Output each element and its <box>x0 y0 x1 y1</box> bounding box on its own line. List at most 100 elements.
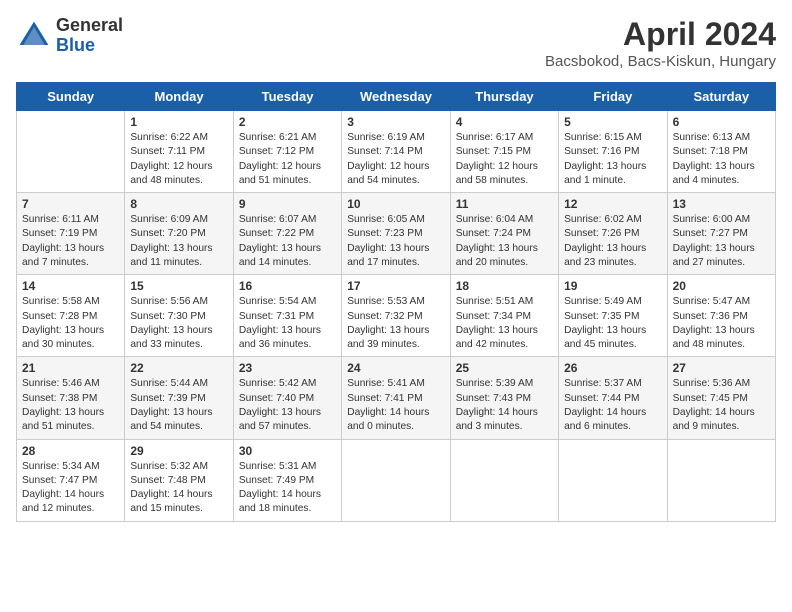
cell-info: Sunrise: 5:56 AM <box>130 295 227 309</box>
cell-info: Sunrise: 5:36 AM <box>673 377 770 391</box>
cell-info: and 51 minutes. <box>239 174 336 188</box>
cell-info: Sunset: 7:30 PM <box>130 310 227 324</box>
col-header-sunday: Sunday <box>17 83 125 111</box>
col-header-friday: Friday <box>559 83 667 111</box>
logo-blue-text: Blue <box>56 36 123 56</box>
cell-info: and 33 minutes. <box>130 338 227 352</box>
cell-info: Daylight: 13 hours <box>673 242 770 256</box>
day-number: 16 <box>239 279 336 293</box>
cell-info: Sunset: 7:44 PM <box>564 392 661 406</box>
cell-info: Daylight: 13 hours <box>130 242 227 256</box>
cell-info: Daylight: 13 hours <box>673 324 770 338</box>
cell-info: Daylight: 14 hours <box>673 406 770 420</box>
cell-info: Sunrise: 5:46 AM <box>22 377 119 391</box>
cell-info: Daylight: 14 hours <box>239 488 336 502</box>
day-number: 30 <box>239 444 336 458</box>
calendar-cell: 10Sunrise: 6:05 AMSunset: 7:23 PMDayligh… <box>342 193 450 275</box>
cell-info: and 3 minutes. <box>456 420 553 434</box>
calendar-cell: 21Sunrise: 5:46 AMSunset: 7:38 PMDayligh… <box>17 357 125 439</box>
cell-info: Sunrise: 5:41 AM <box>347 377 444 391</box>
calendar-cell: 15Sunrise: 5:56 AMSunset: 7:30 PMDayligh… <box>125 275 233 357</box>
cell-info: Sunset: 7:27 PM <box>673 227 770 241</box>
cell-info: and 12 minutes. <box>22 502 119 516</box>
cell-info: Daylight: 13 hours <box>564 160 661 174</box>
cell-info: Daylight: 13 hours <box>239 406 336 420</box>
cell-info: Daylight: 13 hours <box>456 242 553 256</box>
col-header-monday: Monday <box>125 83 233 111</box>
week-row-1: 1Sunrise: 6:22 AMSunset: 7:11 PMDaylight… <box>17 111 776 193</box>
cell-info: and 4 minutes. <box>673 174 770 188</box>
cell-info: Daylight: 14 hours <box>564 406 661 420</box>
cell-info: Sunrise: 6:07 AM <box>239 213 336 227</box>
calendar-cell: 1Sunrise: 6:22 AMSunset: 7:11 PMDaylight… <box>125 111 233 193</box>
day-number: 20 <box>673 279 770 293</box>
cell-info: Daylight: 13 hours <box>22 324 119 338</box>
cell-info: and 9 minutes. <box>673 420 770 434</box>
calendar-cell <box>342 439 450 521</box>
cell-info: Sunset: 7:38 PM <box>22 392 119 406</box>
day-number: 13 <box>673 197 770 211</box>
calendar-cell: 29 Sunrise: 5:32 AMSunset: 7:48 PMDayligh… <box>125 439 233 521</box>
cell-info: and 48 minutes. <box>673 338 770 352</box>
day-number: 18 <box>456 279 553 293</box>
cell-info: Sunset: 7:41 PM <box>347 392 444 406</box>
week-row-2: 7Sunrise: 6:11 AMSunset: 7:19 PMDaylight… <box>17 193 776 275</box>
cell-info: Daylight: 12 hours <box>239 160 336 174</box>
cell-info: Sunset: 7:20 PM <box>130 227 227 241</box>
cell-info: Daylight: 13 hours <box>22 242 119 256</box>
cell-info: Sunrise: 6:11 AM <box>22 213 119 227</box>
cell-info: Daylight: 13 hours <box>22 406 119 420</box>
calendar-cell: 5Sunrise: 6:15 AMSunset: 7:16 PMDaylight… <box>559 111 667 193</box>
cell-info: Sunrise: 6:15 AM <box>564 131 661 145</box>
day-number: 2 <box>239 115 336 129</box>
cell-info: Sunset: 7:45 PM <box>673 392 770 406</box>
cell-info: Sunrise: 5:42 AM <box>239 377 336 391</box>
title-block: April 2024 Bacsbokod, Bacs-Kiskun, Hunga… <box>545 16 776 70</box>
cell-info: and 39 minutes. <box>347 338 444 352</box>
cell-info: Sunset: 7:23 PM <box>347 227 444 241</box>
calendar-cell: 30Sunrise: 5:31 AMSunset: 7:49 PMDayligh… <box>233 439 341 521</box>
calendar-cell: 2Sunrise: 6:21 AMSunset: 7:12 PMDaylight… <box>233 111 341 193</box>
page-header: General Blue April 2024 Bacsbokod, Bacs-… <box>16 16 776 70</box>
cell-info: and 45 minutes. <box>564 338 661 352</box>
cell-info: and 0 minutes. <box>347 420 444 434</box>
calendar-cell: 22Sunrise: 5:44 AMSunset: 7:39 PMDayligh… <box>125 357 233 439</box>
logo: General Blue <box>16 16 123 56</box>
cell-info: and 48 minutes. <box>130 174 227 188</box>
cell-info: Daylight: 13 hours <box>130 406 227 420</box>
calendar-cell: 14Sunrise: 5:58 AMSunset: 7:28 PMDayligh… <box>17 275 125 357</box>
cell-info: Sunrise: 5:34 AM <box>22 460 119 474</box>
calendar-cell: 3Sunrise: 6:19 AMSunset: 7:14 PMDaylight… <box>342 111 450 193</box>
cell-info: and 36 minutes. <box>239 338 336 352</box>
day-number: 26 <box>564 361 661 375</box>
cell-info: Sunset: 7:18 PM <box>673 145 770 159</box>
cell-info: Sunrise: 6:05 AM <box>347 213 444 227</box>
calendar-cell <box>559 439 667 521</box>
cell-info: and 54 minutes. <box>347 174 444 188</box>
calendar-cell: 9Sunrise: 6:07 AMSunset: 7:22 PMDaylight… <box>233 193 341 275</box>
cell-info: Sunset: 7:49 PM <box>239 474 336 488</box>
cell-info: Daylight: 13 hours <box>239 324 336 338</box>
cell-info: Daylight: 14 hours <box>130 488 227 502</box>
day-number: 3 <box>347 115 444 129</box>
day-number: 15 <box>130 279 227 293</box>
cell-info: Sunrise: 6:04 AM <box>456 213 553 227</box>
logo-text: General Blue <box>56 16 123 56</box>
cell-info: Sunrise: 6:13 AM <box>673 131 770 145</box>
cell-info: Sunset: 7:11 PM <box>130 145 227 159</box>
day-number: 27 <box>673 361 770 375</box>
calendar-cell: 17Sunrise: 5:53 AMSunset: 7:32 PMDayligh… <box>342 275 450 357</box>
cell-info: Sunrise: 6:02 AM <box>564 213 661 227</box>
cell-info: Sunset: 7:48 PM <box>130 474 227 488</box>
cell-info: Daylight: 12 hours <box>347 160 444 174</box>
cell-info: Sunset: 7:47 PM <box>22 474 119 488</box>
header-row: SundayMondayTuesdayWednesdayThursdayFrid… <box>17 83 776 111</box>
cell-info: Sunset: 7:31 PM <box>239 310 336 324</box>
cell-info: Sunset: 7:40 PM <box>239 392 336 406</box>
day-number: 4 <box>456 115 553 129</box>
cell-info: Sunrise: 6:19 AM <box>347 131 444 145</box>
calendar-cell: 23Sunrise: 5:42 AMSunset: 7:40 PMDayligh… <box>233 357 341 439</box>
cell-info: Sunrise: 5:32 AM <box>130 460 227 474</box>
day-number: 29 <box>130 444 227 458</box>
calendar-cell: 19Sunrise: 5:49 AMSunset: 7:35 PMDayligh… <box>559 275 667 357</box>
